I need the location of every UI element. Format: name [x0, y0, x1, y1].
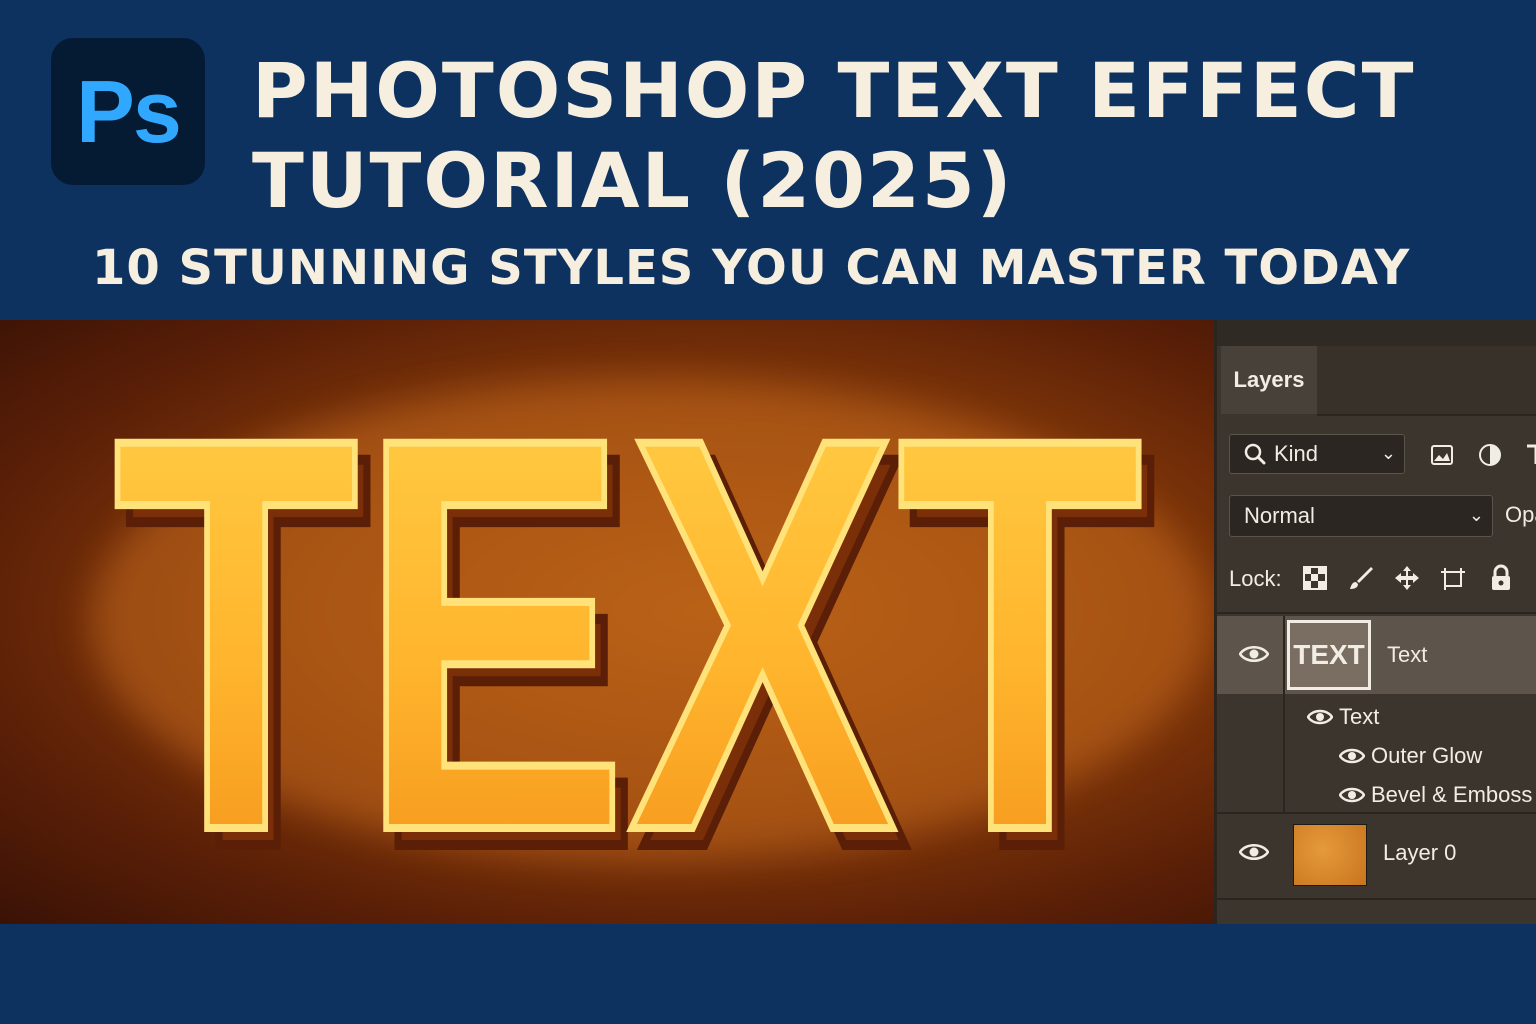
- layer-name-layer-0[interactable]: Layer 0: [1383, 840, 1456, 866]
- title-line-1: PHOTOSHOP TEXT EFFECT: [252, 46, 1416, 135]
- layer-thumbnail-layer-0: [1293, 824, 1367, 886]
- eye-icon[interactable]: [1339, 747, 1365, 765]
- lock-label: Lock:: [1229, 566, 1282, 591]
- adjustment-layer-filter-icon[interactable]: [1477, 442, 1503, 468]
- effects-group-label: Text: [1339, 704, 1380, 729]
- layer-thumbnail-text: TEXT: [1287, 620, 1371, 690]
- page-subtitle: 10 STUNNING STYLES YOU CAN MASTER TODAY: [92, 240, 1411, 296]
- effect-label-outer-glow: Outer Glow: [1371, 743, 1483, 768]
- text-effect-artwork: TEXT TEXT: [90, 320, 1210, 924]
- eye-icon[interactable]: [1239, 842, 1269, 862]
- panel-top-bar: [1217, 320, 1536, 346]
- photoshop-logo-text: Ps: [76, 61, 182, 161]
- eye-icon[interactable]: [1239, 644, 1269, 664]
- layers-panel: Layers Kind ⌄ Normal ⌄ Opacity: Lock:: [1214, 320, 1536, 924]
- effect-row-outer-glow[interactable]: Outer Glow: [1339, 743, 1482, 769]
- main-area: TEXT TEXT Layers Kind ⌄ Normal ⌄ Op Lock…: [0, 320, 1536, 924]
- type-layer-filter-icon[interactable]: [1523, 442, 1536, 468]
- header: Ps PHOTOSHOP TEXT EFFECT TUTORIAL (2025)…: [0, 0, 1536, 320]
- kind-filter-select[interactable]: Kind ⌄: [1229, 434, 1405, 474]
- effects-group-row[interactable]: Text: [1307, 704, 1379, 730]
- pixel-layer-filter-icon[interactable]: [1429, 442, 1455, 468]
- kind-filter-label: Kind: [1274, 441, 1319, 466]
- page-title: PHOTOSHOP TEXT EFFECT TUTORIAL (2025): [252, 46, 1492, 226]
- tab-layers-label: Layers: [1233, 367, 1305, 392]
- effect-row-bevel-emboss[interactable]: Bevel & Emboss: [1339, 782, 1532, 808]
- blend-mode-label: Normal: [1244, 503, 1315, 528]
- eye-icon[interactable]: [1339, 786, 1365, 804]
- footer-band: [0, 924, 1536, 1024]
- title-line-2: TUTORIAL (2025): [252, 136, 1014, 225]
- chevron-down-icon: ⌄: [1380, 443, 1396, 463]
- lock-all-icon[interactable]: [1487, 564, 1515, 592]
- blend-mode-select[interactable]: Normal ⌄: [1229, 495, 1493, 537]
- lock-transparent-pixels-icon[interactable]: [1301, 564, 1329, 592]
- panel-divider: [1217, 612, 1536, 614]
- layer-name-text[interactable]: Text: [1387, 642, 1427, 668]
- lock-position-icon[interactable]: [1393, 564, 1421, 592]
- eye-icon[interactable]: [1307, 708, 1333, 726]
- panel-tab-strip: [1317, 346, 1536, 416]
- tab-layers[interactable]: Layers: [1221, 346, 1317, 414]
- effect-label-bevel-emboss: Bevel & Emboss: [1371, 782, 1533, 807]
- document-canvas[interactable]: TEXT TEXT: [0, 320, 1214, 924]
- lock-image-pixels-icon[interactable]: [1347, 564, 1375, 592]
- layer-thumbnail-label: TEXT: [1293, 639, 1365, 670]
- effect-text-face: TEXT: [113, 321, 1143, 924]
- panel-divider: [1217, 898, 1536, 900]
- lock-artboard-icon[interactable]: [1439, 564, 1467, 592]
- chevron-down-icon: ⌄: [1468, 505, 1484, 525]
- opacity-label: Opacity:: [1505, 502, 1536, 527]
- search-icon: [1244, 443, 1266, 465]
- photoshop-logo: Ps: [51, 38, 205, 185]
